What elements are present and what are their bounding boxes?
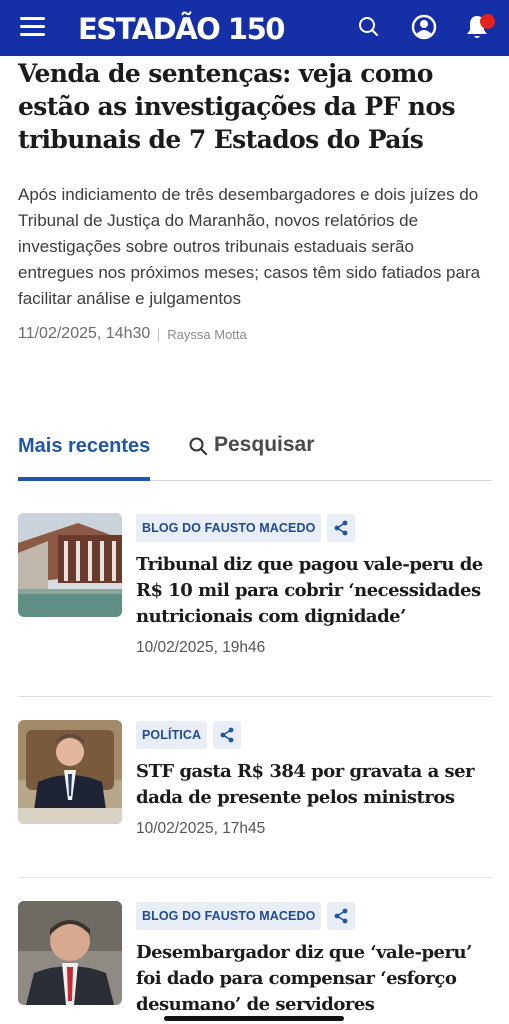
user-icon[interactable] <box>409 12 439 42</box>
share-icon[interactable] <box>213 720 242 749</box>
tab-bar: Mais recentes Pesquisar <box>18 428 492 481</box>
tab-recent[interactable]: Mais recentes <box>18 428 151 481</box>
article-title[interactable]: Tribunal diz que pagou vale-peru de R$ 1… <box>136 552 492 630</box>
article-title[interactable]: STF gasta R$ 384 por gravata a ser dada … <box>136 759 492 811</box>
article-category-tag[interactable]: POLÍTICA <box>136 720 208 749</box>
share-icon[interactable] <box>327 901 356 930</box>
top-bar: ESTADÃO 150 <box>0 0 509 56</box>
article-category-tag[interactable]: BLOG DO FAUSTO MACEDO <box>136 901 322 930</box>
article-title[interactable]: Desembargador diz que ‘vale-peru’ foi da… <box>136 940 492 1018</box>
site-logo[interactable]: ESTADÃO 150 <box>78 10 285 48</box>
notification-dot <box>480 14 495 29</box>
article-thumbnail[interactable] <box>18 513 122 617</box>
meta-divider <box>158 327 160 341</box>
article-date: 11/02/2025, 14h30 <box>18 325 151 342</box>
article-author[interactable]: Rayssa Motta <box>167 327 246 342</box>
article-date: 10/02/2025, 19h46 <box>136 639 266 656</box>
article-category-tag[interactable]: BLOG DO FAUSTO MACEDO <box>136 513 322 542</box>
home-indicator[interactable] <box>164 1016 344 1021</box>
list-item: BLOG DO FAUSTO MACEDO Desembargador diz … <box>18 901 492 1024</box>
list-item: BLOG DO FAUSTO MACEDO Tribunal diz que p… <box>18 513 492 683</box>
article-date: 10/02/2025, 17h45 <box>136 820 266 837</box>
share-icon[interactable] <box>327 513 356 542</box>
list-item: POLÍTICA STF gasta R$ 384 por gravata a … <box>18 720 492 860</box>
tab-search[interactable]: Pesquisar <box>188 428 314 478</box>
article-thumbnail[interactable] <box>18 720 122 824</box>
article-meta: 11/02/2025, 14h30 Rayssa Motta <box>18 323 247 345</box>
search-icon <box>189 437 208 456</box>
article-headline[interactable]: Venda de sentenças: veja como estão as i… <box>18 57 496 156</box>
article-subtitle: Após indiciamento de três desembargadore… <box>18 185 481 308</box>
divider <box>18 696 492 697</box>
menu-icon[interactable] <box>20 17 45 37</box>
tab-search-label: Pesquisar <box>214 433 315 456</box>
divider <box>18 877 492 878</box>
search-icon[interactable] <box>354 12 384 42</box>
article-thumbnail[interactable] <box>18 901 122 1005</box>
